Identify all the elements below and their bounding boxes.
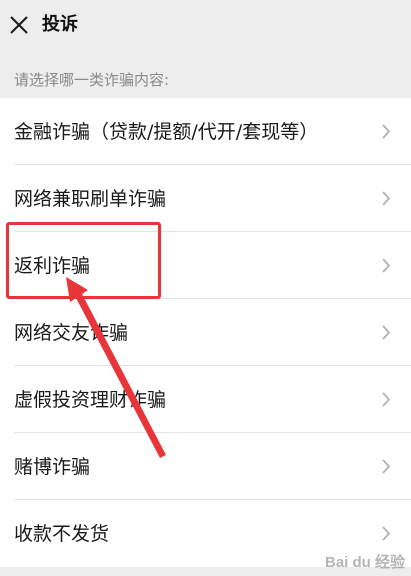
fraud-category-list: 金融诈骗（贷款/提额/代开/套现等） 网络兼职刷单诈骗 返利诈骗 网络交友诈骗 … <box>0 98 411 567</box>
category-label: 网络兼职刷单诈骗 <box>14 187 167 210</box>
chevron-right-icon <box>382 526 391 541</box>
category-label: 金融诈骗（贷款/提额/代开/套现等） <box>14 120 319 143</box>
category-label: 赌博诈骗 <box>14 455 91 478</box>
category-label: 虚假投资理财诈骗 <box>14 388 167 411</box>
category-item-investment[interactable]: 虚假投资理财诈骗 <box>0 366 411 433</box>
chevron-right-icon <box>382 325 391 340</box>
close-icon[interactable] <box>8 14 30 36</box>
category-label: 网络交友诈骗 <box>14 321 129 344</box>
chevron-right-icon <box>382 459 391 474</box>
watermark: Bai du 经验 <box>324 554 405 571</box>
top-bar: 投诉 <box>0 0 411 50</box>
chevron-right-icon <box>382 191 391 206</box>
section-prompt: 请选择哪一类诈骗内容: <box>14 71 170 89</box>
chevron-right-icon <box>382 124 391 139</box>
page-title: 投诉 <box>42 14 78 35</box>
category-label: 返利诈骗 <box>14 254 91 277</box>
category-label: 收款不发货 <box>14 522 110 545</box>
category-item-gambling[interactable]: 赌博诈骗 <box>0 433 411 500</box>
chevron-right-icon <box>382 392 391 407</box>
category-item-rebate[interactable]: 返利诈骗 <box>0 232 411 299</box>
chevron-right-icon <box>382 258 391 273</box>
category-item-part-time[interactable]: 网络兼职刷单诈骗 <box>0 165 411 232</box>
category-item-dating[interactable]: 网络交友诈骗 <box>0 299 411 366</box>
category-item-financial[interactable]: 金融诈骗（贷款/提额/代开/套现等） <box>0 98 411 165</box>
